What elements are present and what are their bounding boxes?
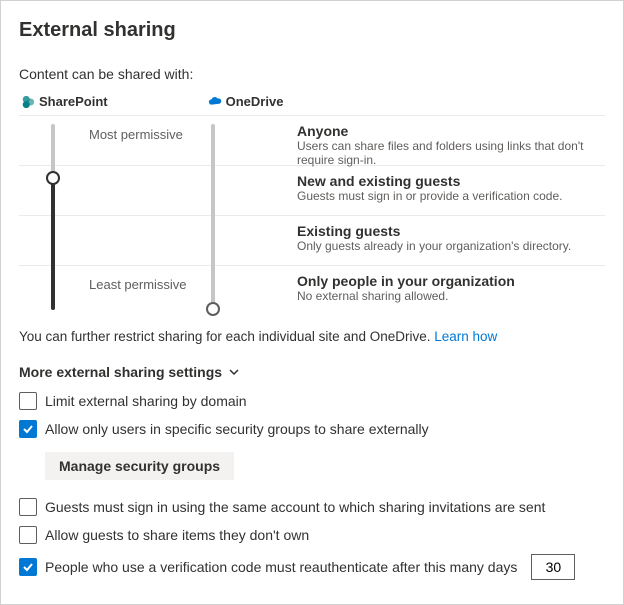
onedrive-track [211,124,215,310]
share-not-own-row: Allow guests to share items they don't o… [19,526,605,544]
option-title: Existing guests [297,223,605,239]
limit-domain-checkbox[interactable] [19,392,37,410]
most-permissive-label: Most permissive [89,123,259,142]
reauth-label: People who use a verification code must … [45,559,517,575]
same-account-checkbox[interactable] [19,498,37,516]
chevron-down-icon [228,366,240,378]
option-row: Existing guests Only guests already in y… [19,216,605,266]
share-not-own-checkbox[interactable] [19,526,37,544]
allow-groups-label: Allow only users in specific security gr… [45,421,429,437]
onedrive-label: OneDrive [226,94,284,109]
allow-groups-row: Allow only users in specific security gr… [19,420,605,438]
option-sub: Guests must sign in or provide a verific… [297,189,605,203]
allow-groups-checkbox[interactable] [19,420,37,438]
least-permissive-label: Least permissive [89,273,259,292]
sharepoint-product: SharePoint [21,94,108,109]
reauth-checkbox[interactable] [19,558,37,576]
onedrive-icon [208,95,222,109]
option-row: New and existing guests Guests must sign… [19,166,605,216]
permission-slider-area: Most permissive Anyone Users can share f… [19,115,605,315]
sharepoint-track-fill [51,177,55,310]
manage-security-groups-button[interactable]: Manage security groups [45,452,234,480]
sharepoint-label: SharePoint [39,94,108,109]
external-sharing-panel: External sharing Content can be shared w… [0,0,624,605]
check-icon [22,561,34,573]
same-account-row: Guests must sign in using the same accou… [19,498,605,516]
learn-how-link[interactable]: Learn how [434,329,497,344]
sharepoint-icon [21,95,35,109]
option-sub: No external sharing allowed. [297,289,605,303]
share-not-own-label: Allow guests to share items they don't o… [45,527,309,543]
option-title: New and existing guests [297,173,605,189]
onedrive-slider-thumb[interactable] [206,302,220,316]
limit-domain-row: Limit external sharing by domain [19,392,605,410]
product-row: SharePoint OneDrive [19,94,605,109]
more-settings-toggle[interactable]: More external sharing settings [19,364,605,380]
reauth-days-input[interactable] [531,554,575,580]
restrict-note: You can further restrict sharing for eac… [19,329,605,344]
option-row: Most permissive Anyone Users can share f… [19,116,605,166]
same-account-label: Guests must sign in using the same accou… [45,499,545,515]
page-title: External sharing [19,19,605,42]
check-icon [22,423,34,435]
option-sub: Users can share files and folders using … [297,139,605,167]
option-title: Only people in your organization [297,273,605,289]
content-subtitle: Content can be shared with: [19,66,605,82]
limit-domain-label: Limit external sharing by domain [45,393,247,409]
reauth-row: People who use a verification code must … [19,554,605,580]
more-settings-label: More external sharing settings [19,364,222,380]
restrict-note-text: You can further restrict sharing for eac… [19,329,434,344]
onedrive-product: OneDrive [208,94,284,109]
option-title: Anyone [297,123,605,139]
sharepoint-slider-thumb[interactable] [46,171,60,185]
option-sub: Only guests already in your organization… [297,239,605,253]
option-row: Least permissive Only people in your org… [19,266,605,316]
